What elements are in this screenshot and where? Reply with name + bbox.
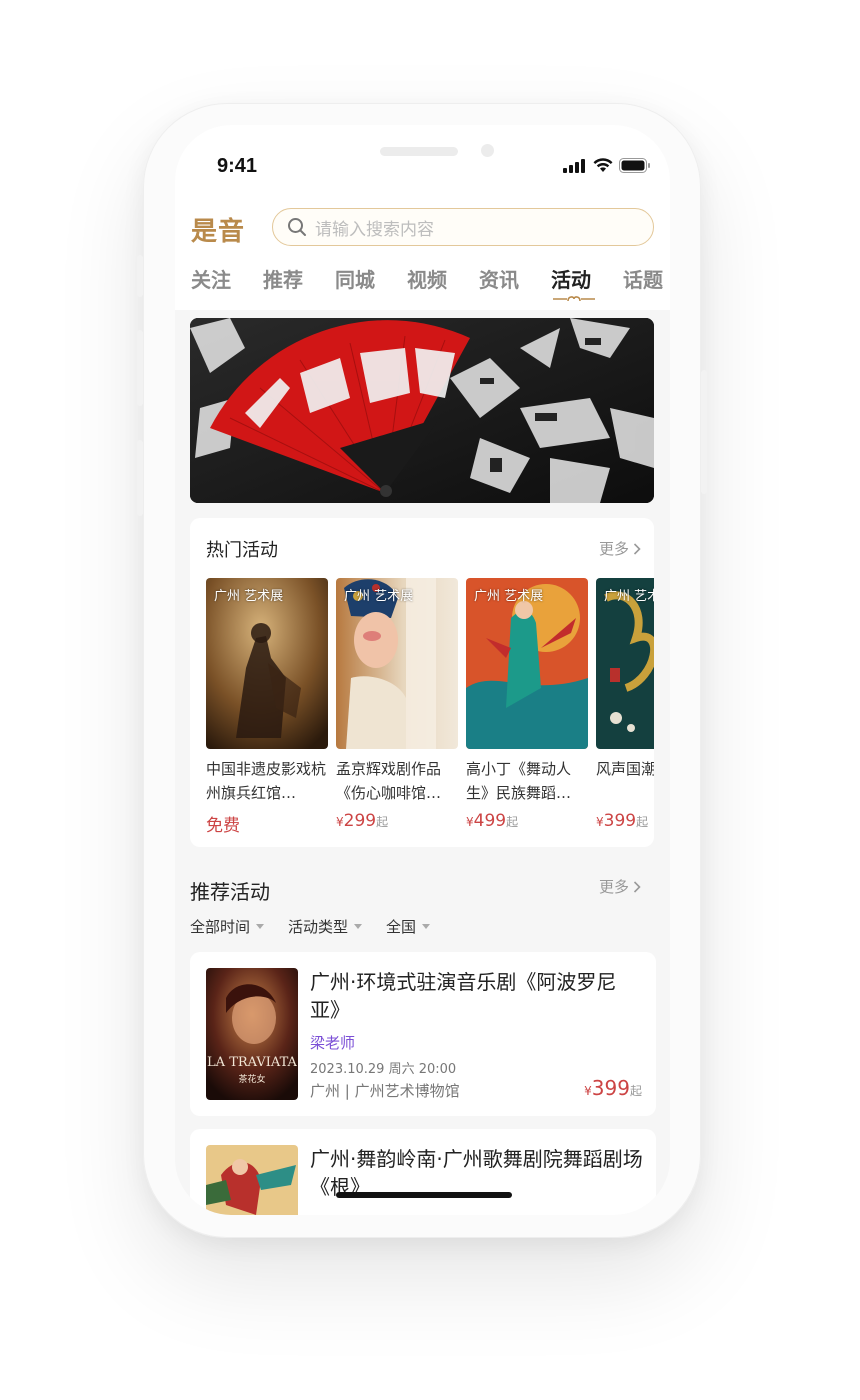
front-camera [481,144,494,157]
hot-item-price-suffix: 起 [506,815,519,829]
recommend-item-price-suffix: 起 [629,1084,642,1098]
tab-activity[interactable]: 活动 [551,264,595,302]
filter-bar: 全部时间 活动类型 全国 [190,916,431,937]
home-indicator [336,1192,512,1198]
hot-item-currency: ¥ [596,815,604,829]
hot-item-price: 免费 [206,811,328,836]
battery-icon [619,158,650,173]
search-input[interactable]: 请输入搜索内容 [272,208,654,246]
hot-item-poster: 广州 艺术展 [336,578,458,749]
caret-down-icon [422,924,431,929]
tab-topic[interactable]: 话题 [623,264,663,293]
status-time: 9:41 [217,155,258,177]
hot-item-currency: ¥ [466,815,474,829]
signal-icon [563,158,585,173]
dance-drama-poster-image [206,1145,298,1215]
hot-item-tag: 广州 艺术展 [214,589,284,604]
hot-activities-title: 热门活动 [206,540,278,561]
hot-item-price: ¥299起 [336,811,458,831]
hot-item-name: 风声国潮风艺术展 [596,760,654,778]
hot-activities-card: 热门活动 更多 广州 艺术展 中国非遗皮影戏杭州旗兵红馆… 免费 广州 艺术展 … [190,518,654,847]
active-tab-cloud-icon [553,296,595,302]
phone-side-button [137,440,143,516]
category-tabs: 关注 推荐 同城 视频 资讯 活动 话题 [191,264,670,302]
hot-item-price-value: 299 [343,811,377,831]
filter-type-label: 活动类型 [288,918,349,936]
recommend-item[interactable]: 广州·舞韵岭南·广州歌舞剧院舞蹈剧场《根》 [190,1129,656,1215]
hot-item[interactable]: 广州 艺术展 风声国潮风艺术展 ¥399起 [596,578,654,831]
hot-item-price: ¥399起 [596,811,654,831]
caret-down-icon [256,924,265,929]
tab-news[interactable]: 资讯 [479,264,519,293]
recommend-item-price-value: 399 [591,1076,630,1100]
hot-item[interactable]: 广州 艺术展 中国非遗皮影戏杭州旗兵红馆… 免费 [206,578,328,836]
recommend-item-name: 广州·环境式驻演音乐剧《阿波罗尼亚》 [310,970,617,1022]
phone-side-button [701,370,707,494]
poster-title-text: LA TRAVIATA [207,1055,298,1070]
hot-item-currency: ¥ [336,815,344,829]
caret-down-icon [354,924,363,929]
recommend-item-host[interactable]: 梁老师 [310,1032,355,1053]
hot-item-price-value: 免费 [206,816,240,836]
hot-item[interactable]: 广州 艺术展 孟京辉戏剧作品《伤心咖啡馆… ¥299起 [336,578,458,831]
app-screen: 9:41 是音 请输入搜索内容 关注 推荐 同城 视频 资讯 活动 话题 热门活… [175,125,670,1215]
recommend-item-poster [206,1145,298,1215]
hot-item-tag: 广州 艺术展 [474,589,544,604]
hot-item-tag: 广州 艺术展 [344,589,414,604]
chevron-right-icon [633,542,641,555]
recommend-item-venue: 广州 | 广州艺术博物馆 [310,1082,460,1100]
app-logo[interactable]: 是音 [191,211,245,248]
tab-follow[interactable]: 关注 [191,264,231,293]
chevron-right-icon [633,880,641,893]
hot-item-tag: 广州 艺术展 [604,589,654,604]
poster-subtitle-text: 茶花女 [238,1073,265,1085]
hot-item[interactable]: 广州 艺术展 高小丁《舞动人生》民族舞蹈… ¥499起 [466,578,588,831]
hot-item-price-value: 399 [603,811,637,831]
hot-item-name: 高小丁《舞动人生》民族舞蹈… [466,760,572,802]
hot-item-poster: 广州 艺术展 [466,578,588,749]
recommend-item[interactable]: LA TRAVIATA 茶花女 广州·环境式驻演音乐剧《阿波罗尼亚》 梁老师 2… [190,952,656,1116]
hot-item-price-suffix: 起 [376,815,389,829]
recommend-more-label: 更多 [599,878,630,896]
recommend-item-poster: LA TRAVIATA 茶花女 [206,968,298,1100]
recommend-more-link[interactable]: 更多 [599,876,641,897]
tab-activity-label: 活动 [551,268,591,292]
hot-activities-list: 广州 艺术展 中国非遗皮影戏杭州旗兵红馆… 免费 广州 艺术展 孟京辉戏剧作品《… [206,578,654,838]
hot-item-poster: 广州 艺术展 [206,578,328,749]
hot-more-link[interactable]: 更多 [599,538,641,559]
tab-video[interactable]: 视频 [407,264,447,293]
hot-item-name: 中国非遗皮影戏杭州旗兵红馆… [206,760,327,802]
recommend-item-currency: ¥ [584,1084,592,1098]
phone-side-button [137,255,143,297]
recommend-item-date: 2023.10.29 周六 20:00 [310,1062,457,1077]
search-icon [288,218,306,236]
status-icons [563,158,651,173]
filter-type-dropdown[interactable]: 活动类型 [288,916,363,937]
tab-recommend[interactable]: 推荐 [263,264,303,293]
hot-item-price-value: 499 [473,811,507,831]
filter-time-label: 全部时间 [190,918,251,936]
search-placeholder: 请输入搜索内容 [315,219,434,240]
speaker-grille [380,147,458,156]
tab-local[interactable]: 同城 [335,264,375,293]
filter-time-dropdown[interactable]: 全部时间 [190,916,265,937]
hot-item-poster: 广州 艺术展 [596,578,654,749]
filter-region-label: 全国 [386,918,417,936]
featured-banner[interactable] [190,318,654,503]
recommended-activities-title: 推荐活动 [190,880,270,904]
filter-region-dropdown[interactable]: 全国 [386,916,431,937]
wifi-icon [593,158,613,172]
recommend-item-price: ¥399起 [584,1076,642,1100]
hot-item-name: 孟京辉戏剧作品《伤心咖啡馆… [336,760,442,802]
hot-item-price-suffix: 起 [636,815,649,829]
hot-item-price: ¥499起 [466,811,588,831]
banner-fan-image [190,318,654,503]
la-traviata-poster-image: LA TRAVIATA 茶花女 [206,968,298,1100]
phone-side-button [137,330,143,406]
hot-more-label: 更多 [599,540,630,558]
